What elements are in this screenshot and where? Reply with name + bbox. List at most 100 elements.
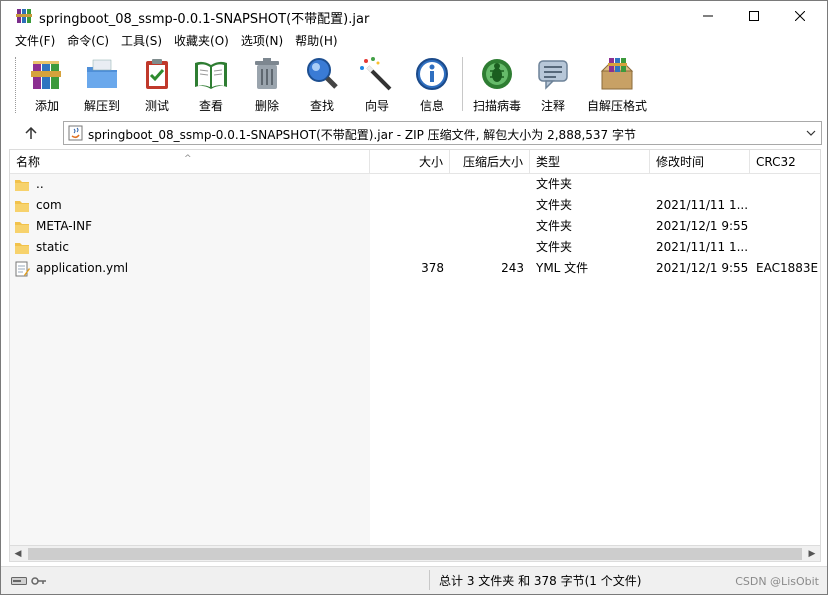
toolbar-grip	[15, 57, 18, 113]
find-button[interactable]: 查找	[301, 55, 343, 115]
file-type: YML 文件	[536, 261, 589, 275]
comment-button[interactable]: 注释	[532, 55, 574, 115]
file-type: 文件夹	[536, 177, 573, 191]
close-button[interactable]	[777, 1, 823, 31]
column-header-size[interactable]: 大小	[370, 150, 450, 174]
maximize-button[interactable]	[731, 1, 777, 31]
menu-command[interactable]: 命令(C)	[61, 31, 115, 51]
find-icon	[307, 58, 338, 89]
test-icon	[146, 59, 168, 89]
watermark: CSDN @LisObit	[735, 575, 819, 588]
file-rows: .. 文件夹 com 文件夹 2021/11/11 1... META-INF	[10, 174, 820, 279]
toolbar-separator	[462, 57, 463, 111]
column-type-label: 类型	[536, 155, 561, 169]
virus-scan-button[interactable]: 扫描病毒	[471, 55, 523, 115]
list-item[interactable]: .. 文件夹	[10, 174, 820, 195]
column-header-crc[interactable]: CRC32	[750, 150, 820, 174]
test-button[interactable]: 测试	[136, 55, 178, 115]
address-dropdown-button[interactable]	[803, 124, 819, 142]
view-button[interactable]: 查看	[190, 55, 232, 115]
comment-icon	[538, 60, 568, 90]
file-modified: 2021/12/1 9:55	[656, 219, 749, 233]
folder-icon	[15, 221, 29, 233]
menu-tools[interactable]: 工具(S)	[115, 31, 168, 51]
scroll-left-arrow-icon[interactable]: ◀	[12, 549, 24, 559]
drive-icon[interactable]	[11, 576, 27, 586]
address-row: springboot_08_ssmp-0.0.1-SNAPSHOT(不带配置).…	[1, 119, 827, 147]
info-icon	[416, 58, 448, 90]
column-header-modified[interactable]: 修改时间	[650, 150, 750, 174]
virus-scan-icon	[482, 59, 512, 89]
wizard-icon	[360, 57, 392, 91]
file-name: com	[36, 198, 62, 212]
winrar-app-icon	[16, 9, 32, 23]
extract-to-button[interactable]: 解压到	[81, 55, 123, 115]
file-type: 文件夹	[536, 219, 573, 233]
list-item[interactable]: com 文件夹 2021/11/11 1...	[10, 195, 820, 216]
file-modified: 2021/11/11 1...	[656, 240, 749, 254]
view-label: 查看	[198, 99, 223, 113]
status-summary: 总计 3 文件夹 和 378 字节(1 个文件)	[439, 574, 642, 588]
list-item[interactable]: application.yml 378 243 YML 文件 2021/12/1…	[10, 258, 820, 279]
menu-favorites[interactable]: 收藏夹(O)	[168, 31, 235, 51]
wizard-label: 向导	[364, 99, 389, 113]
file-name: ..	[36, 177, 44, 191]
winrar-window: springboot_08_ssmp-0.0.1-SNAPSHOT(不带配置).…	[0, 0, 828, 595]
chevron-down-icon	[806, 130, 816, 136]
menu-help[interactable]: 帮助(H)	[289, 31, 343, 51]
folder-icon	[15, 179, 29, 191]
address-text: springboot_08_ssmp-0.0.1-SNAPSHOT(不带配置).…	[88, 128, 636, 142]
file-name-cell: META-INF	[14, 216, 366, 237]
sort-ascending-icon: ^	[184, 154, 192, 164]
delete-button[interactable]: 删除	[246, 55, 288, 115]
add-archive-icon	[31, 61, 61, 89]
column-header-type[interactable]: 类型	[530, 150, 650, 174]
address-bar[interactable]: springboot_08_ssmp-0.0.1-SNAPSHOT(不带配置).…	[63, 121, 822, 145]
extract-to-icon	[87, 59, 117, 88]
info-button[interactable]: 信息	[411, 55, 453, 115]
add-label: 添加	[34, 99, 59, 113]
file-name: META-INF	[36, 219, 93, 233]
folder-icon	[15, 200, 29, 212]
list-header: 名称 ^ 大小 压缩后大小 类型 修改时间 CRC32	[10, 150, 820, 174]
file-name-cell: ..	[14, 174, 366, 195]
sfx-button[interactable]: 自解压格式	[586, 55, 648, 115]
file-modified: 2021/12/1 9:55	[656, 261, 749, 275]
column-header-packed[interactable]: 压缩后大小	[450, 150, 530, 174]
column-name-label: 名称	[16, 155, 41, 169]
delete-label: 删除	[254, 99, 279, 113]
title-bar: springboot_08_ssmp-0.0.1-SNAPSHOT(不带配置).…	[1, 1, 827, 31]
virus-scan-label: 扫描病毒	[472, 99, 521, 113]
file-crc: EAC1883E	[756, 261, 819, 275]
add-button[interactable]: 添加	[26, 55, 68, 115]
up-level-button[interactable]	[19, 122, 43, 144]
menu-options[interactable]: 选项(N)	[235, 31, 289, 51]
scrollbar-thumb[interactable]	[28, 548, 802, 560]
list-item[interactable]: META-INF 文件夹 2021/12/1 9:55	[10, 216, 820, 237]
key-icon[interactable]	[31, 576, 47, 586]
comment-label: 注释	[540, 99, 565, 113]
wizard-button[interactable]: 向导	[356, 55, 398, 115]
info-label: 信息	[419, 99, 444, 113]
status-icons	[11, 573, 51, 589]
close-icon	[795, 11, 805, 21]
column-crc-label: CRC32	[756, 155, 796, 169]
file-name: static	[36, 240, 69, 254]
minimize-icon	[703, 15, 713, 17]
column-header-name[interactable]: 名称 ^	[10, 150, 370, 174]
file-type: 文件夹	[536, 198, 573, 212]
maximize-icon	[749, 11, 759, 21]
toolbar: 添加 解压到 测试 查看 删除 查找 向导 信息 扫描病毒 注释 自解压格式	[1, 53, 827, 117]
file-name-cell: com	[14, 195, 366, 216]
yml-file-icon	[15, 261, 30, 276]
minimize-button[interactable]	[685, 1, 731, 31]
column-packed-label: 压缩后大小	[462, 155, 523, 169]
horizontal-scrollbar[interactable]: ◀ ▶	[9, 545, 821, 562]
list-item[interactable]: static 文件夹 2021/11/11 1...	[10, 237, 820, 258]
menu-file[interactable]: 文件(F)	[9, 31, 61, 51]
scroll-right-arrow-icon[interactable]: ▶	[806, 549, 818, 559]
view-icon	[195, 61, 227, 89]
file-size: 378	[421, 261, 444, 275]
column-modified-label: 修改时间	[656, 155, 705, 169]
file-list: 名称 ^ 大小 压缩后大小 类型 修改时间 CRC32 .. 文件夹 com 文…	[9, 149, 821, 547]
